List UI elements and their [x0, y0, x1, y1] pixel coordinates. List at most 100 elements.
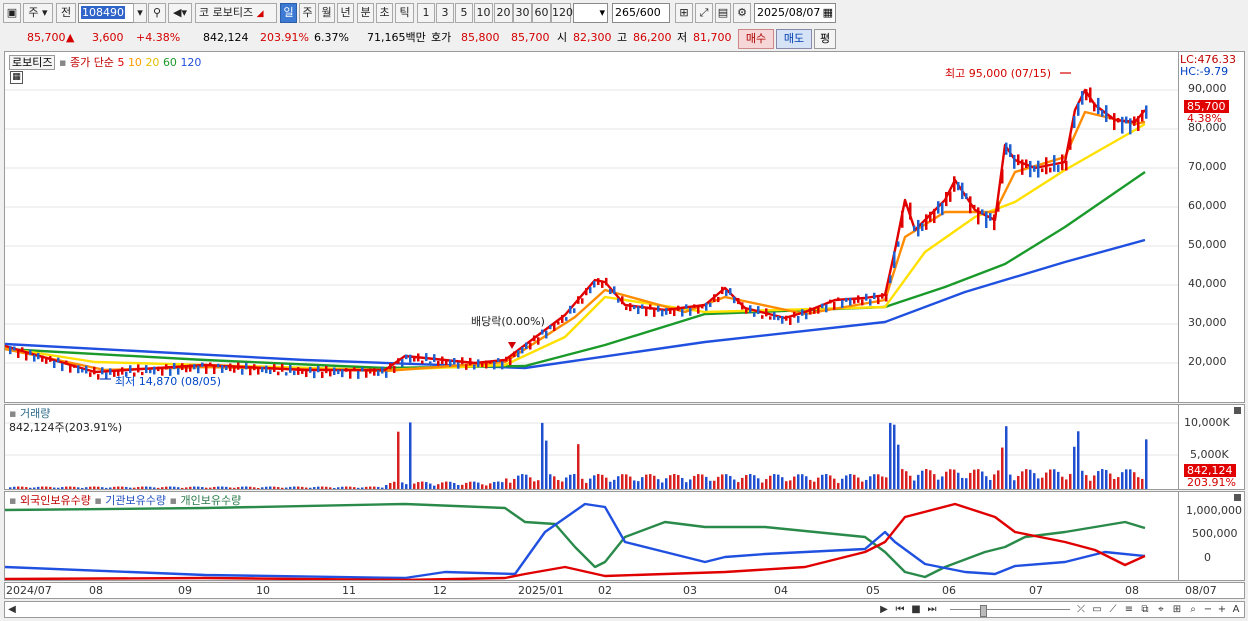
candle: [473, 364, 476, 370]
calendar-icon[interactable]: ▦: [823, 4, 833, 22]
volume-panel[interactable]: ▪ 거래량 842,124주(203.91%): [4, 404, 1179, 490]
candle: [629, 303, 632, 312]
eval-button[interactable]: 평: [814, 29, 836, 49]
candle: [765, 308, 768, 317]
code-dropdown-icon[interactable]: ▾: [133, 3, 147, 23]
zoom-in-icon[interactable]: +: [1216, 603, 1228, 616]
candle: [633, 305, 636, 310]
font-size-icon[interactable]: A: [1230, 603, 1242, 616]
last-icon[interactable]: ⏭: [926, 603, 938, 616]
volume-bar: [425, 482, 428, 489]
interval-3[interactable]: 3: [436, 3, 454, 23]
volume-bar: [321, 486, 324, 489]
candle: [861, 299, 864, 306]
candle: [497, 358, 500, 362]
zoom-out-icon[interactable]: −: [1202, 603, 1214, 616]
date-field[interactable]: 2025/08/07 ▦: [754, 3, 836, 23]
candle: [273, 364, 276, 373]
grid-icon[interactable]: ⊞: [1171, 603, 1183, 616]
price-panel[interactable]: 로보티즈 ▪ 종가 단순 5 10 20 60 120 ▦ 최고 95,000 …: [4, 51, 1179, 403]
speaker-icon[interactable]: ◀▾: [168, 3, 192, 23]
copy-icon[interactable]: ⧉: [1139, 603, 1151, 616]
rect-icon[interactable]: ▭: [1091, 603, 1103, 616]
scroll-bar[interactable]: ◀ ▶ ⏮ ■ ⏭ ⤫ ▭ ⟋ ≡ ⧉ ⌖ ⊞ ⌕ − + A: [4, 601, 1245, 618]
period-second[interactable]: 초: [376, 3, 393, 23]
settings-icon[interactable]: ⚙: [733, 3, 751, 23]
volume-bar: [685, 482, 688, 489]
volume-bar: [509, 482, 512, 489]
sell-button[interactable]: 매도: [776, 29, 812, 49]
chart-tools-icon[interactable]: ⤢: [695, 3, 713, 23]
volume-bar: [153, 487, 156, 489]
interval-120[interactable]: 120: [551, 3, 573, 23]
first-icon[interactable]: ⏮: [894, 603, 906, 616]
candle: [977, 207, 980, 225]
candle: [945, 191, 948, 207]
stock-name-box[interactable]: 로보티즈: [9, 55, 56, 70]
candle: [581, 298, 584, 304]
volume-bar: [257, 487, 260, 489]
interval-custom-select[interactable]: ▾: [573, 3, 608, 23]
buy-button[interactable]: 매수: [738, 29, 774, 49]
crosshair-icon[interactable]: ⤫: [1075, 603, 1087, 616]
candle: [165, 364, 168, 370]
zoom-track[interactable]: [950, 609, 1070, 610]
period-minute[interactable]: 분: [357, 3, 374, 23]
trend-icon[interactable]: ⟋: [1107, 603, 1119, 616]
low-value: 81,700: [693, 31, 732, 44]
code-input[interactable]: 108490: [78, 3, 138, 23]
volume-bar: [1077, 431, 1080, 489]
candle: [1001, 169, 1004, 184]
candle: [1105, 105, 1108, 122]
fib-icon[interactable]: ≡: [1123, 603, 1135, 616]
volume-bar: [129, 487, 132, 489]
price-legend: 로보티즈 ▪ 종가 단순 5 10 20 60 120: [9, 54, 201, 70]
search-icon[interactable]: ⚲: [148, 3, 166, 23]
scroll-right-icon[interactable]: ▶: [878, 603, 890, 616]
table-icon[interactable]: ▦: [10, 71, 23, 84]
save-icon[interactable]: ▤: [715, 3, 731, 23]
candle: [1121, 116, 1124, 134]
volume-bar: [109, 487, 112, 489]
scroll-left-icon[interactable]: ◀: [6, 603, 18, 616]
market-select[interactable]: 주 ▾: [23, 3, 53, 23]
stock-name-field[interactable]: 코 로보티즈 ◢: [195, 3, 277, 23]
period-week[interactable]: 주: [299, 3, 316, 23]
zoom-handle[interactable]: [980, 605, 987, 617]
holdings-close-icon[interactable]: [1234, 494, 1241, 501]
interval-10[interactable]: 10: [474, 3, 493, 23]
volume-bar: [773, 474, 776, 489]
high-value: 86,200: [633, 31, 672, 44]
prev-button[interactable]: 전: [56, 3, 76, 23]
legend-ma60: 60: [162, 56, 177, 69]
period-month[interactable]: 월: [318, 3, 335, 23]
interval-1[interactable]: 1: [417, 3, 435, 23]
interval-20[interactable]: 20: [494, 3, 513, 23]
volume-bar: [357, 487, 360, 489]
interval-30[interactable]: 30: [513, 3, 532, 23]
interval-5[interactable]: 5: [455, 3, 473, 23]
candle: [201, 362, 204, 367]
period-year[interactable]: 년: [337, 3, 354, 23]
holdings-panel[interactable]: ▪ 외국인보유수량 ▪ 기관보유수량 ▪ 개인보유수량: [4, 491, 1179, 581]
candle: [717, 296, 720, 303]
period-tick[interactable]: 틱: [395, 3, 414, 23]
stop-icon[interactable]: ■: [910, 603, 922, 616]
zoom-search-icon[interactable]: ⌕: [1187, 603, 1199, 616]
candle: [517, 350, 520, 358]
candle: [733, 296, 736, 304]
candle: [1097, 97, 1100, 115]
count-field[interactable]: 265/600: [612, 3, 670, 23]
volume-bar: [697, 474, 700, 489]
panel-close-icon[interactable]: [1234, 407, 1241, 414]
candle: [1037, 160, 1040, 178]
pin-icon[interactable]: ⌖: [1155, 603, 1167, 616]
candle-type-icon[interactable]: ⊞: [675, 3, 693, 23]
layout-icon[interactable]: ▣: [3, 3, 21, 23]
period-day[interactable]: 일: [280, 3, 297, 23]
volume-bar: [213, 486, 216, 489]
volume-bar: [841, 478, 844, 489]
candle: [453, 358, 456, 365]
interval-60[interactable]: 60: [532, 3, 551, 23]
candle: [817, 306, 820, 314]
